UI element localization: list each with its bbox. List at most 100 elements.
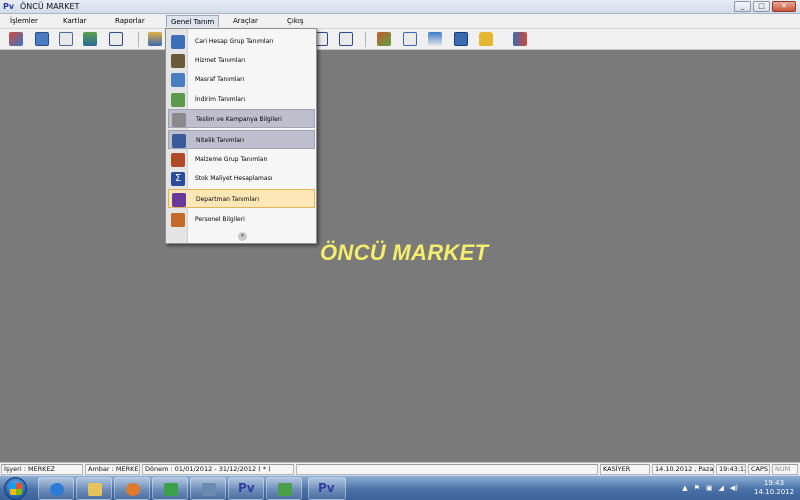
status-time: 19:43:12 [716,464,746,475]
delivery-icon [172,113,186,127]
volume-icon[interactable]: ◀) [730,484,738,492]
menu-item-personel[interactable]: Personel Bilgileri [168,210,315,229]
menu-item-teslim-kampanya[interactable]: Teslim ve Kampanya Bilgileri [168,109,315,128]
toolbar [0,29,800,50]
status-user: KASİYER [600,464,650,475]
menu-item-malzeme-grup[interactable]: Malzeme Grup Tanımları [168,150,315,169]
tools-icon [171,54,185,68]
calculator-icon[interactable] [454,32,468,46]
person-app-icon [278,483,292,496]
status-num: NUM [772,464,798,475]
folder-icon [88,483,102,496]
menu-item-departman[interactable]: Departman Tanımları [168,189,315,208]
toolbar-separator [365,32,366,47]
menu-cikis[interactable]: Çıkış [287,17,303,25]
show-hidden-icons-icon[interactable]: ▲ [682,484,687,492]
taskbar-pv-app-active[interactable]: Pv [308,477,346,500]
taskbar-media-player[interactable] [114,477,150,500]
flag-icon[interactable]: ⚑ [694,484,700,492]
taskbar-person-app[interactable] [266,477,302,500]
menu-item-label: Stok Maliyet Hesaplaması [195,175,273,182]
status-date: 14.10.2012 , Pazar [652,464,714,475]
people-icon [164,483,178,496]
clock-time: 19:43 [763,479,785,487]
menu-item-label: Masraf Tanımları [195,76,245,83]
status-donem: Dönem : 01/01/2012 - 31/12/2012 ( * ) [142,464,294,475]
device-icon[interactable]: ▣ [706,484,713,492]
window-title: ÖNCÜ MARKET [20,2,80,11]
windows-logo-icon [10,483,22,495]
menu-item-label: Departman Tanımları [196,196,259,203]
network-icon[interactable]: ◢ [718,484,723,492]
lock-icon[interactable] [479,32,493,46]
menu-item-label: Nitelik Tanımları [196,137,245,144]
menu-item-label: Cari Hesap Grup Tanımları [195,38,274,45]
group-calendar-icon [171,35,185,49]
status-ambar: Ambar : MERKEZ AMBAR [85,464,140,475]
discount-sheet-icon [171,93,185,107]
users-icon[interactable] [377,32,391,46]
menu-raporlar[interactable]: Raporlar [115,17,145,25]
tools-icon [202,483,216,496]
close-button[interactable]: ✕ [772,1,796,12]
image-icon[interactable] [83,32,97,46]
menu-item-label: Teslim ve Kampanya Bilgileri [196,116,282,123]
personnel-icon [171,213,185,227]
attribute-list-icon [172,134,186,148]
app-logo-icon: Pv [3,2,15,11]
menu-item-label: Malzeme Grup Tanımları [195,156,268,163]
box-group-icon [171,153,185,167]
status-isyeri: İşyeri : MERKEZ [1,464,83,475]
status-bar: İşyeri : MERKEZ Ambar : MERKEZ AMBAR Dön… [0,462,800,475]
menu-item-label: Hizmet Tanımları [195,57,246,64]
media-player-icon [126,483,140,496]
menu-araclar[interactable]: Araçlar [233,17,258,25]
taskbar-pv-app[interactable]: Pv [228,477,264,500]
menu-item-stok-maliyet[interactable]: Σ Stok Maliyet Hesaplaması [168,169,315,188]
minimize-button[interactable]: _ [734,1,751,12]
menu-item-cari-hesap-grup[interactable]: Cari Hesap Grup Tanımları [168,32,315,51]
department-icon [172,193,186,207]
genel-tanim-dropdown: Cari Hesap Grup Tanımları Hizmet Tanımla… [165,28,317,244]
taskbar-tools[interactable] [190,477,226,500]
pv-app-icon: Pv [238,481,255,495]
menu-genel-tanim[interactable]: Genel Tanım [166,15,220,27]
form-edit-icon[interactable] [9,32,23,46]
exit-door-icon[interactable] [513,32,527,46]
menu-item-indirim[interactable]: İndirim Tanımları [168,90,315,109]
maximize-button[interactable]: □ [753,1,770,12]
workspace-title: ÖNCÜ MARKET [320,240,489,265]
status-caps: CAPS [748,464,770,475]
tree-icon[interactable] [403,32,417,46]
toolbar-separator [138,32,139,47]
menu-item-label: İndirim Tanımları [195,96,246,103]
taskbar-clock[interactable]: 19:43 14.10.2012 [754,479,794,497]
window-controls: _ □ ✕ [734,1,796,12]
status-empty [296,464,598,475]
sigma-icon: Σ [171,172,185,186]
expand-menu-chevron-icon[interactable]: » [238,232,247,241]
clock-date: 14.10.2012 [754,488,795,496]
start-button[interactable] [4,477,27,500]
menu-item-hizmet[interactable]: Hizmet Tanımları [168,51,315,70]
ie-icon [50,483,64,496]
taskbar-people[interactable] [152,477,188,500]
title-bar: Pv ÖNCÜ MARKET _ □ ✕ [0,0,800,14]
pv-app-icon: Pv [318,481,335,495]
taskbar-explorer[interactable] [76,477,112,500]
window-list-icon[interactable] [35,32,49,46]
taskbar: Pv Pv ▲ ⚑ ▣ ◢ ◀) 19:43 14.10.2012 [0,475,800,500]
card-icon[interactable] [59,32,73,46]
menu-bar: İşlemler Kartlar Raporlar Genel Tanım Ar… [0,14,800,29]
system-tray: ▲ ⚑ ▣ ◢ ◀) [682,484,738,492]
taskbar-ie[interactable] [38,477,74,500]
list-icon[interactable] [109,32,123,46]
list-detail-icon[interactable] [339,32,353,46]
menu-item-nitelik[interactable]: Nitelik Tanımları [168,130,315,149]
window-icon[interactable] [428,32,442,46]
menu-item-label: Personel Bilgileri [195,216,245,223]
menu-item-masraf[interactable]: Masraf Tanımları [168,70,315,89]
basket-icon[interactable] [148,32,162,46]
menu-kartlar[interactable]: Kartlar [63,17,87,25]
menu-islemler[interactable]: İşlemler [10,17,38,25]
